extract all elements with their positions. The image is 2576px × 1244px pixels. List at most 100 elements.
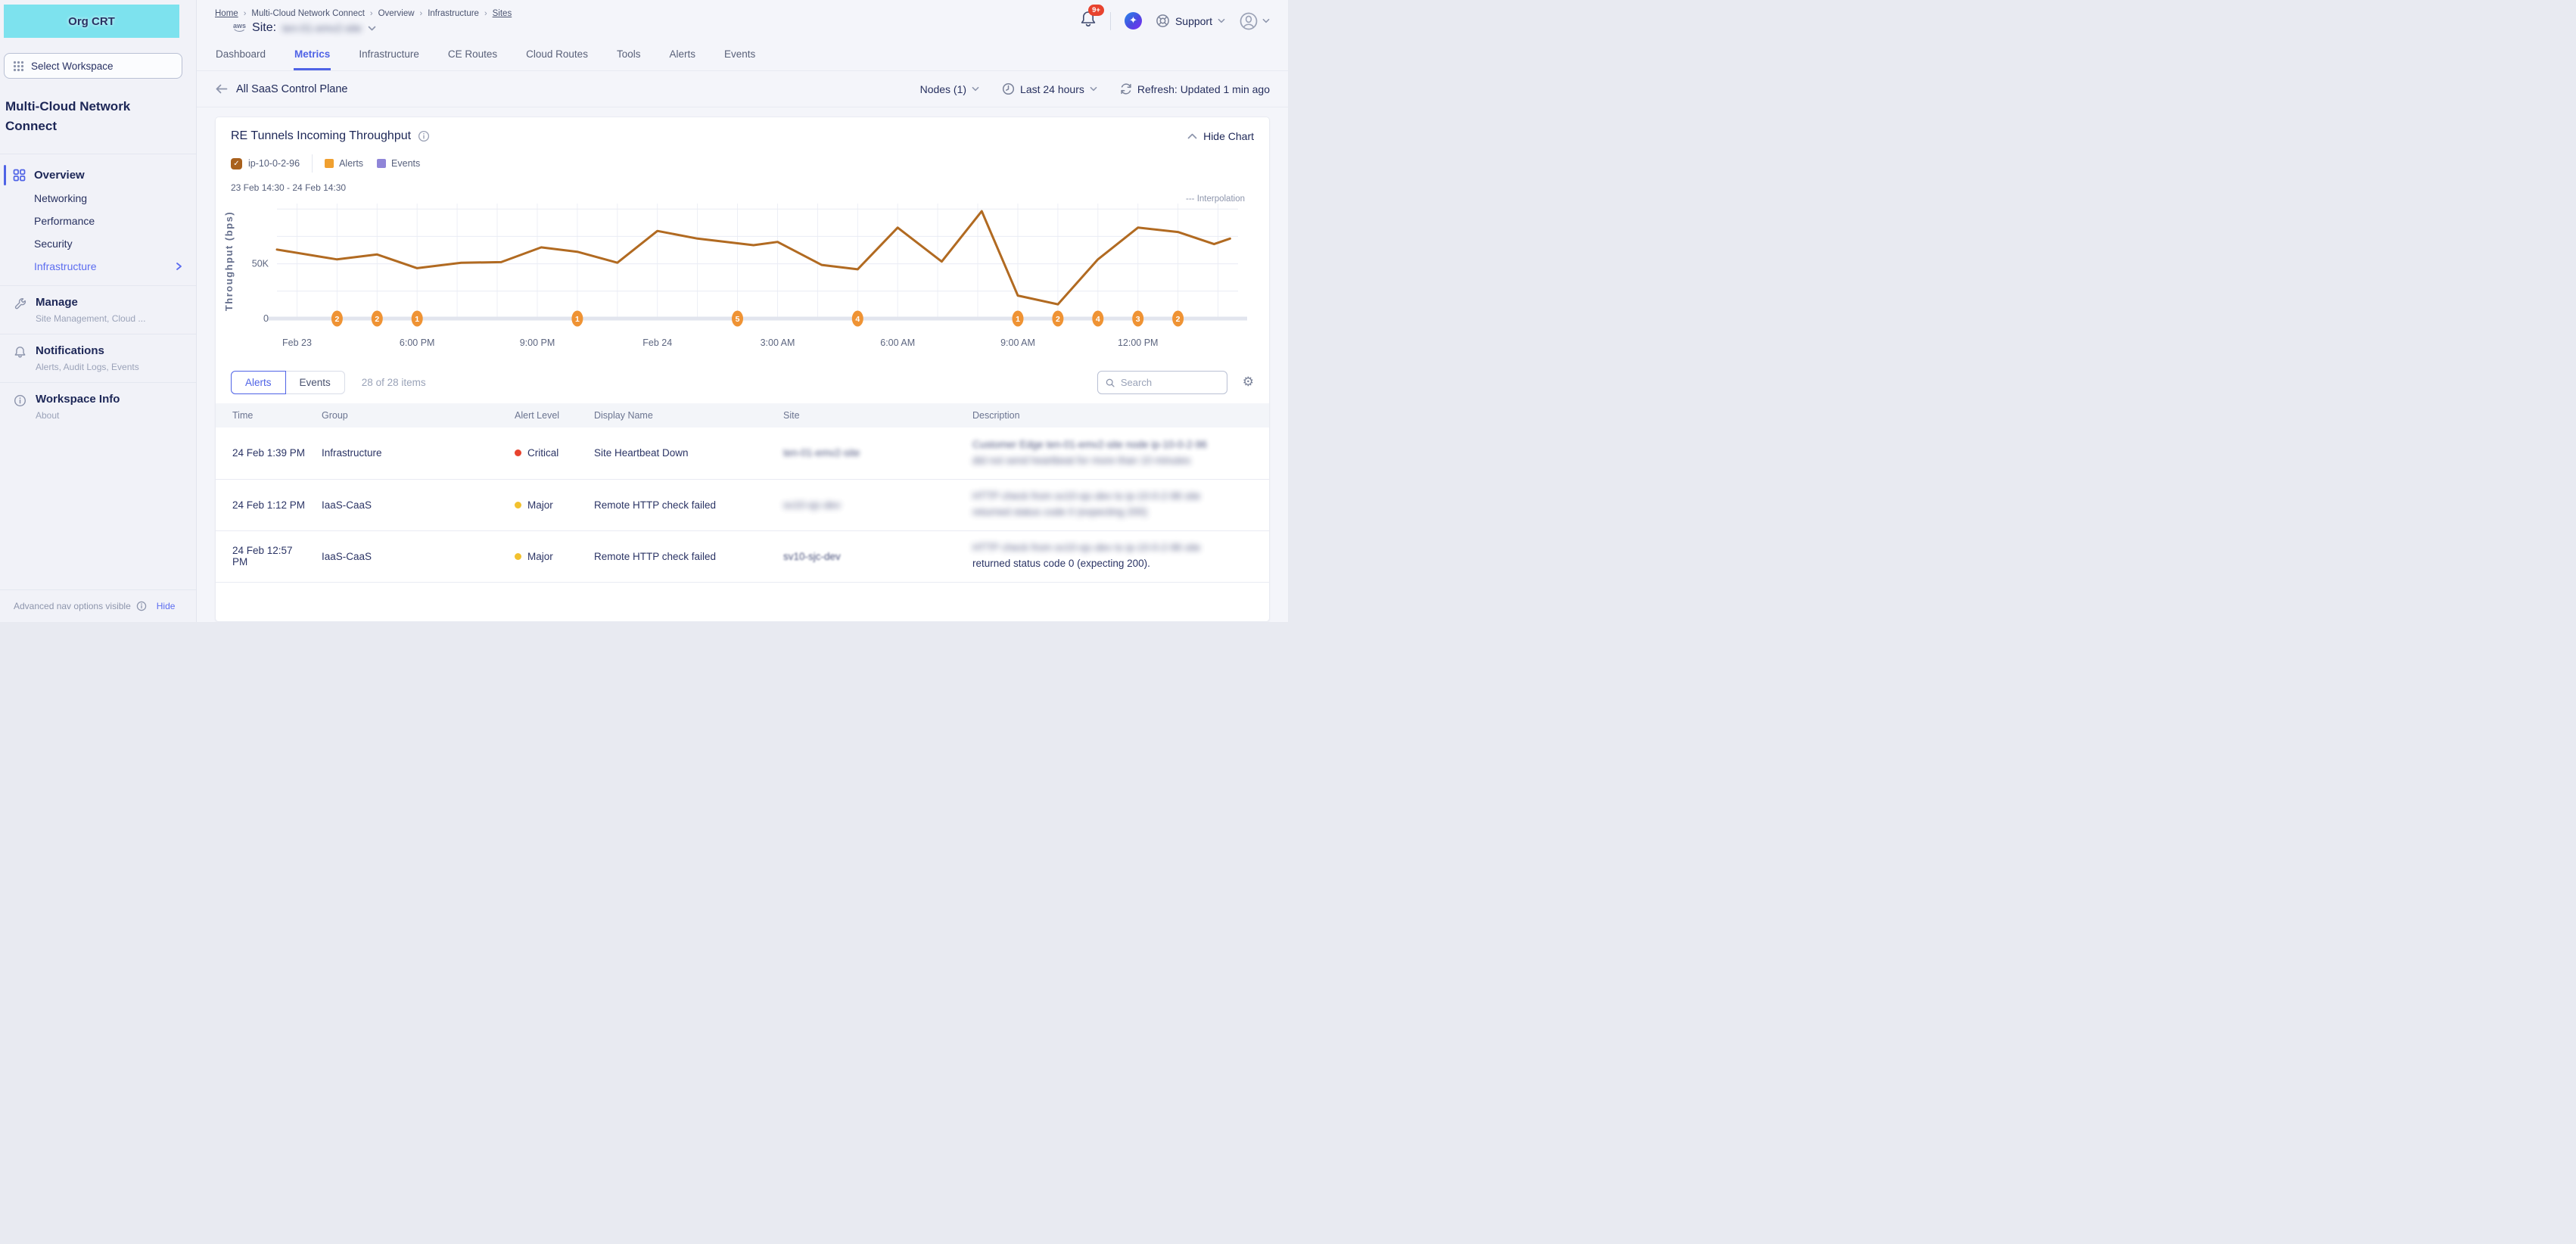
tab-dashboard[interactable]: Dashboard [215, 41, 266, 70]
legend-alerts-label: Alerts [339, 158, 363, 169]
cell-display-name: Site Heartbeat Down [586, 428, 776, 479]
section-subtitle: About [36, 410, 120, 421]
search-box[interactable] [1097, 371, 1227, 394]
life-ring-icon [1156, 14, 1170, 28]
sidebar-item-infrastructure[interactable]: Infrastructure [0, 255, 196, 278]
sidebar-item-label: Networking [34, 192, 87, 204]
list-toolbar: Alerts Events 28 of 28 items ⚙ [216, 361, 1269, 403]
select-workspace-label: Select Workspace [31, 61, 114, 72]
table-row[interactable]: 24 Feb 1:12 PM IaaS-CaaS Major Remote HT… [216, 479, 1269, 530]
sidebar-footer: Advanced nav options visible Hide [0, 589, 196, 622]
user-avatar-menu[interactable] [1239, 11, 1270, 31]
tab-events[interactable]: Events [723, 41, 756, 70]
breadcrumb-sites[interactable]: Sites [493, 9, 512, 18]
chart-legend: ✓ ip-10-0-2-96 Alerts Events [216, 143, 1269, 173]
hide-chart-label: Hide Chart [1203, 130, 1254, 142]
column-display-name[interactable]: Display Name [586, 403, 776, 428]
legend-node-label: ip-10-0-2-96 [248, 158, 300, 169]
breadcrumb-overview[interactable]: Overview [378, 9, 415, 18]
select-workspace-button[interactable]: Select Workspace [4, 53, 182, 79]
sidebar-item-workspace-info[interactable]: Workspace Info About [0, 382, 196, 431]
notification-count-badge: 9+ [1088, 5, 1104, 16]
section-subtitle: Alerts, Audit Logs, Events [36, 362, 139, 372]
line-chart[interactable]: 050KFeb 236:00 PM9:00 PMFeb 243:00 AM6:0… [220, 194, 1265, 357]
svg-text:3:00 AM: 3:00 AM [761, 337, 795, 348]
site-selector[interactable]: aws Site: ten-01-emv2-site [215, 21, 512, 35]
ai-assistant-icon[interactable]: ✦ [1125, 12, 1142, 30]
page-tabs: Dashboard Metrics Infrastructure CE Rout… [197, 41, 1288, 71]
support-menu[interactable]: Support [1156, 14, 1225, 28]
alerts-tab-button[interactable]: Alerts [231, 371, 286, 394]
grid-dots-icon [13, 61, 24, 72]
table-row[interactable]: 24 Feb 12:57 PM IaaS-CaaS Major Remote H… [216, 530, 1269, 582]
cell-group: IaaS-CaaS [314, 479, 507, 530]
site-name-redacted: ten-01-emv2-site [282, 22, 362, 34]
breadcrumb-mcnc[interactable]: Multi-Cloud Network Connect [251, 9, 365, 18]
sidebar-item-label: Security [34, 238, 73, 250]
svg-text:9:00 PM: 9:00 PM [520, 337, 555, 348]
svg-text:Feb 24: Feb 24 [642, 337, 672, 348]
cell-site: sv10-sjc-dev [783, 551, 841, 562]
back-to-all-saas[interactable]: All SaaS Control Plane [215, 83, 348, 95]
svg-text:12:00 PM: 12:00 PM [1118, 337, 1159, 348]
refresh-icon [1120, 82, 1132, 95]
alerts-table: Time Group Alert Level Display Name Site… [216, 403, 1269, 583]
breadcrumb-home[interactable]: Home [215, 9, 238, 18]
cell-site-redacted: ten-01-emv2-site [783, 447, 860, 459]
tab-infrastructure[interactable]: Infrastructure [358, 41, 420, 70]
search-input[interactable] [1121, 377, 1219, 388]
sidebar-item-security[interactable]: Security [0, 232, 196, 255]
tab-metrics[interactable]: Metrics [294, 41, 331, 70]
nodes-label: Nodes (1) [920, 83, 966, 95]
sidebar-item-performance[interactable]: Performance [0, 210, 196, 232]
cell-time: 24 Feb 12:57 PM [216, 530, 314, 582]
column-alert-level[interactable]: Alert Level [507, 403, 586, 428]
svg-text:2: 2 [1056, 315, 1060, 324]
svg-text:1: 1 [1016, 315, 1020, 324]
svg-text:6:00 AM: 6:00 AM [880, 337, 915, 348]
items-count: 28 of 28 items [362, 377, 426, 388]
column-time[interactable]: Time [216, 403, 314, 428]
column-description[interactable]: Description [965, 403, 1269, 428]
aws-icon: aws [233, 23, 246, 33]
legend-alerts[interactable]: Alerts [325, 158, 363, 169]
cell-description-redacted: did not send heartbeat for more than 10 … [972, 453, 1262, 469]
node-checkbox[interactable]: ✓ [231, 158, 242, 169]
column-site[interactable]: Site [776, 403, 965, 428]
gear-icon[interactable]: ⚙ [1243, 376, 1254, 389]
notifications-bell-button[interactable]: 9+ [1080, 10, 1097, 32]
sidebar-item-manage[interactable]: Manage Site Management, Cloud ... [0, 285, 196, 334]
breadcrumb-infrastructure[interactable]: Infrastructure [428, 9, 479, 18]
alert-level-dot [515, 553, 521, 560]
section-subtitle: Site Management, Cloud ... [36, 313, 145, 324]
svg-text:4: 4 [855, 315, 860, 324]
tab-alerts[interactable]: Alerts [668, 41, 696, 70]
tab-cloud-routes[interactable]: Cloud Routes [525, 41, 589, 70]
chevron-up-icon [1187, 133, 1197, 139]
sidebar-item-notifications[interactable]: Notifications Alerts, Audit Logs, Events [0, 334, 196, 382]
time-range-dropdown[interactable]: Last 24 hours [1002, 82, 1097, 95]
tab-ce-routes[interactable]: CE Routes [447, 41, 498, 70]
table-header-row: Time Group Alert Level Display Name Site… [216, 403, 1269, 428]
hide-chart-button[interactable]: Hide Chart [1187, 130, 1254, 142]
svg-text:1: 1 [415, 315, 419, 324]
refresh-button[interactable]: Refresh: Updated 1 min ago [1120, 82, 1270, 95]
info-icon[interactable] [418, 130, 430, 142]
legend-events-label: Events [391, 158, 420, 169]
cell-display-name: Remote HTTP check failed [586, 479, 776, 530]
chart-title: RE Tunnels Incoming Throughput [231, 129, 411, 143]
hide-nav-link[interactable]: Hide [157, 601, 176, 611]
chevron-down-icon [972, 86, 979, 92]
legend-events[interactable]: Events [377, 158, 420, 169]
cell-alert-level: Major [527, 551, 553, 562]
sidebar-item-networking[interactable]: Networking [0, 187, 196, 210]
breadcrumb: Home › Multi-Cloud Network Connect › Ove… [215, 7, 512, 18]
tab-tools[interactable]: Tools [616, 41, 642, 70]
nodes-dropdown[interactable]: Nodes (1) [920, 83, 979, 95]
column-group[interactable]: Group [314, 403, 507, 428]
chevron-down-icon [1218, 18, 1225, 23]
sidebar-item-overview[interactable]: Overview [0, 163, 196, 187]
events-tab-button[interactable]: Events [286, 371, 345, 394]
svg-text:9:00 AM: 9:00 AM [1000, 337, 1035, 348]
table-row[interactable]: 24 Feb 1:39 PM Infrastructure Critical S… [216, 428, 1269, 479]
